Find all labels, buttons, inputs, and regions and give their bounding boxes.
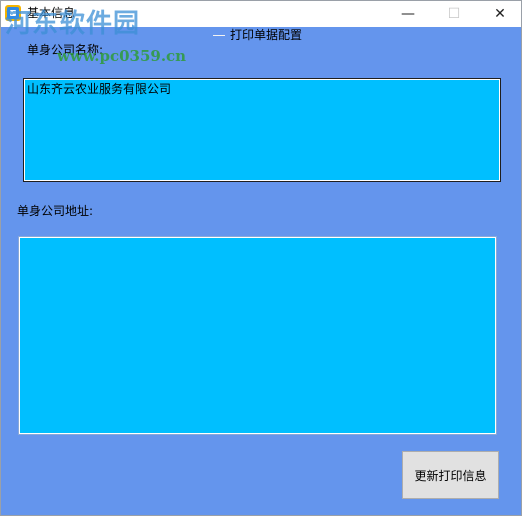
minimize-button[interactable]: — xyxy=(385,1,431,27)
company-address-field[interactable] xyxy=(18,236,497,435)
groupbox-border xyxy=(213,35,225,36)
form-area: 打印单据配置 单身公司名称: 山东齐云农业服务有限公司 单身公司地址: 更新打印… xyxy=(1,27,521,515)
company-address-label: 单身公司地址: xyxy=(17,204,94,218)
section-title: 打印单据配置 xyxy=(227,27,306,43)
company-name-field[interactable]: 山东齐云农业服务有限公司 xyxy=(23,78,501,182)
watermark-logo: 河东软件园 xyxy=(5,9,141,39)
app-window: 基本信息 — ☐ ✕ 河东软件园 www.pc0359.cn 打印单据配置 单身… xyxy=(0,0,522,516)
update-print-info-button[interactable]: 更新打印信息 xyxy=(402,451,499,499)
watermark-url: www.pc0359.cn xyxy=(57,47,187,65)
close-button[interactable]: ✕ xyxy=(477,1,522,27)
maximize-button[interactable]: ☐ xyxy=(431,1,477,27)
